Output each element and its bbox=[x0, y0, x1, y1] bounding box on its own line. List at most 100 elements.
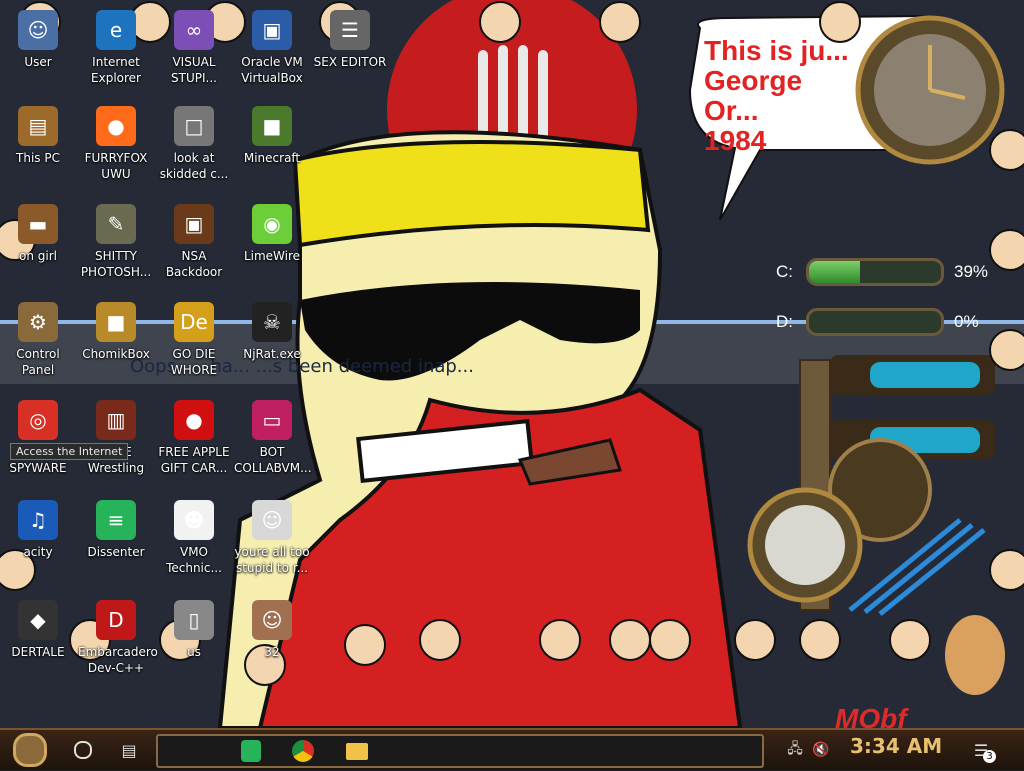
desktop-icon[interactable]: ☺ User bbox=[0, 10, 76, 70]
cortana-circle-icon bbox=[74, 741, 92, 759]
desktop-icon[interactable]: ◎THIS IS SPYWARE bbox=[0, 400, 76, 476]
desktop-icon[interactable]: ● FREE APPLE GIFT CAR... bbox=[156, 400, 232, 476]
apple-icon: ● bbox=[174, 400, 214, 440]
start-button[interactable] bbox=[10, 730, 50, 770]
taskbar-clock[interactable]: 3:34 AM bbox=[850, 734, 942, 758]
desktop-icon-label: DERTALE bbox=[11, 645, 65, 659]
tray-volume[interactable]: 🔇 bbox=[810, 730, 832, 770]
wallpaper-watermark: MObf bbox=[835, 703, 909, 728]
desktop-icon[interactable]: e Internet Explorer bbox=[78, 10, 154, 86]
devcpp-icon: D bbox=[96, 600, 136, 640]
desktop-icon-label: NjRat.exe bbox=[243, 347, 301, 361]
desktop-icon-label: BOT COLLABVM... bbox=[234, 445, 312, 475]
desktop-icon-label: look at skidded c... bbox=[159, 151, 229, 181]
speech-bubble: This is ju... George Or... 1984 bbox=[704, 36, 864, 156]
desktop-icon-label: ChomikBox bbox=[82, 347, 150, 361]
de-app-icon: De bbox=[174, 302, 214, 342]
desktop-icon[interactable]: ♫ acity bbox=[0, 500, 76, 560]
taskbar-pinned-apps bbox=[156, 734, 764, 768]
hex-editor-icon: ☰ bbox=[330, 10, 370, 50]
bubble-line-3: 1984 bbox=[704, 125, 767, 156]
desktop-icon-label: Internet Explorer bbox=[91, 55, 141, 85]
technician-icon: ☻ bbox=[174, 500, 214, 540]
desktop-icon[interactable]: ■ Minecraft bbox=[234, 106, 310, 166]
desktop-icon-label: Control Panel bbox=[16, 347, 60, 377]
desktop-icon[interactable]: ● FURRYFOX UWU bbox=[78, 106, 154, 182]
gimp-icon: ✎ bbox=[96, 204, 136, 244]
desktop-icon-label: Minecraft bbox=[243, 151, 301, 165]
user-folder-icon: ☺ bbox=[18, 10, 58, 50]
desktop-icon[interactable]: ▤ This PC bbox=[0, 106, 76, 166]
desktop-icon[interactable]: ☺ youre all too stupid to r... bbox=[234, 500, 310, 576]
desktop-icon[interactable]: ▯ us bbox=[156, 600, 232, 660]
desktop-icon[interactable]: □ look at skidded c... bbox=[156, 106, 232, 182]
disk-d-label: D: bbox=[776, 312, 793, 331]
audacity-icon: ♫ bbox=[18, 500, 58, 540]
desktop-icon-label: SEX EDITOR bbox=[313, 55, 387, 69]
chomikbox-icon: ■ bbox=[96, 302, 136, 342]
desktop-icon[interactable]: De GO DIE WHORE bbox=[156, 302, 232, 378]
desktop-icon[interactable]: ☺ 32 bbox=[234, 600, 310, 660]
desktop-icon[interactable]: ☻ VMO Technic... bbox=[156, 500, 232, 576]
monitor-icon: ▭ bbox=[252, 400, 292, 440]
taskbar-file-explorer[interactable] bbox=[340, 731, 374, 771]
disk-d-percent: 0% bbox=[954, 312, 979, 331]
desktop-icon[interactable]: ▬ on girl bbox=[0, 204, 76, 264]
taskbar-dissenter[interactable] bbox=[234, 731, 268, 771]
desktop-icon-label: youre all too stupid to r... bbox=[234, 545, 310, 575]
desktop-icon[interactable]: D Embarcadero Dev-C++ bbox=[78, 600, 158, 676]
tooltip: Access the Internet bbox=[10, 443, 129, 460]
desktop-icon[interactable]: ◉ LimeWire bbox=[234, 204, 310, 264]
copy-icon: □ bbox=[174, 106, 214, 146]
control-panel-icon: ⚙ bbox=[18, 302, 58, 342]
desktop-icon[interactable]: ☠ NjRat.exe bbox=[234, 302, 310, 362]
bubble-line-1: This is ju... bbox=[704, 35, 849, 66]
desktop-icon-label: on girl bbox=[19, 249, 57, 263]
tray-network[interactable]: 🖧 bbox=[784, 730, 806, 770]
task-view-icon: ▤ bbox=[121, 740, 137, 760]
volume-muted-icon: 🔇 bbox=[812, 742, 830, 758]
desktop-icon-label: LimeWire bbox=[243, 249, 301, 263]
firefox-icon: ● bbox=[96, 106, 136, 146]
dissenter-icon: ≡ bbox=[96, 500, 136, 540]
desktop-icon-label: NSA Backdoor bbox=[165, 249, 223, 279]
disk-d-gauge bbox=[806, 308, 944, 336]
bubble-line-2: George Or... bbox=[704, 65, 803, 126]
task-view-button[interactable]: ▤ bbox=[112, 730, 146, 770]
desktop-icon-label: VMO Technic... bbox=[166, 545, 222, 575]
notification-count-badge: 3 bbox=[983, 750, 996, 763]
wwe-icon: ▥ bbox=[96, 400, 136, 440]
desktop-icon[interactable]: ■ ChomikBox bbox=[78, 302, 154, 362]
desktop-icon[interactable]: ✎ SHITTY PHOTOSH... bbox=[78, 204, 154, 280]
desktop-icon-label: Embarcadero Dev-C++ bbox=[78, 645, 158, 675]
internet-explorer-icon: e bbox=[96, 10, 136, 50]
desktop-icon[interactable]: ▭ BOT COLLABVM... bbox=[234, 400, 312, 476]
desktop-icon[interactable]: ▣ NSA Backdoor bbox=[156, 204, 232, 280]
folder-icon bbox=[346, 742, 368, 760]
desktop-icon-label: GO DIE WHORE bbox=[170, 347, 218, 377]
portrait-woman-icon: ☺ bbox=[252, 600, 292, 640]
search-button[interactable] bbox=[66, 730, 100, 770]
desktop-icon[interactable]: ∞ VISUAL STUPI... bbox=[156, 10, 232, 86]
desktop-icon-label: FREE APPLE GIFT CAR... bbox=[158, 445, 230, 475]
desktop-icon[interactable]: ☰ SEX EDITOR bbox=[312, 10, 388, 70]
desktop-icon[interactable]: ⚙ Control Panel bbox=[0, 302, 76, 378]
desktop-icon[interactable]: ▥WWE Wrestling bbox=[78, 400, 154, 476]
desktop-icon-label: User bbox=[24, 55, 52, 69]
disk-c-percent: 39% bbox=[954, 262, 989, 281]
disk-c-gauge bbox=[806, 258, 944, 286]
network-icon: 🖧 bbox=[787, 741, 803, 757]
chrome-icon: ◎ bbox=[18, 400, 58, 440]
desktop-icon-label: Oracle VM VirtualBox bbox=[241, 55, 303, 85]
taskbar-chrome[interactable] bbox=[286, 731, 320, 771]
safe-icon: ▣ bbox=[174, 204, 214, 244]
limewire-icon: ◉ bbox=[252, 204, 292, 244]
dissenter-icon bbox=[241, 740, 261, 762]
chrome-icon bbox=[292, 740, 314, 762]
desktop-icon[interactable]: ▣ Oracle VM VirtualBox bbox=[234, 10, 310, 86]
desktop-icon[interactable]: ◆ DERTALE bbox=[0, 600, 76, 660]
desktop-icon[interactable]: ≡ Dissenter bbox=[78, 500, 154, 560]
generic-file-icon: ▯ bbox=[174, 600, 214, 640]
desktop-icon-label: VISUAL STUPI... bbox=[171, 55, 217, 85]
unity-icon: ◆ bbox=[18, 600, 58, 640]
